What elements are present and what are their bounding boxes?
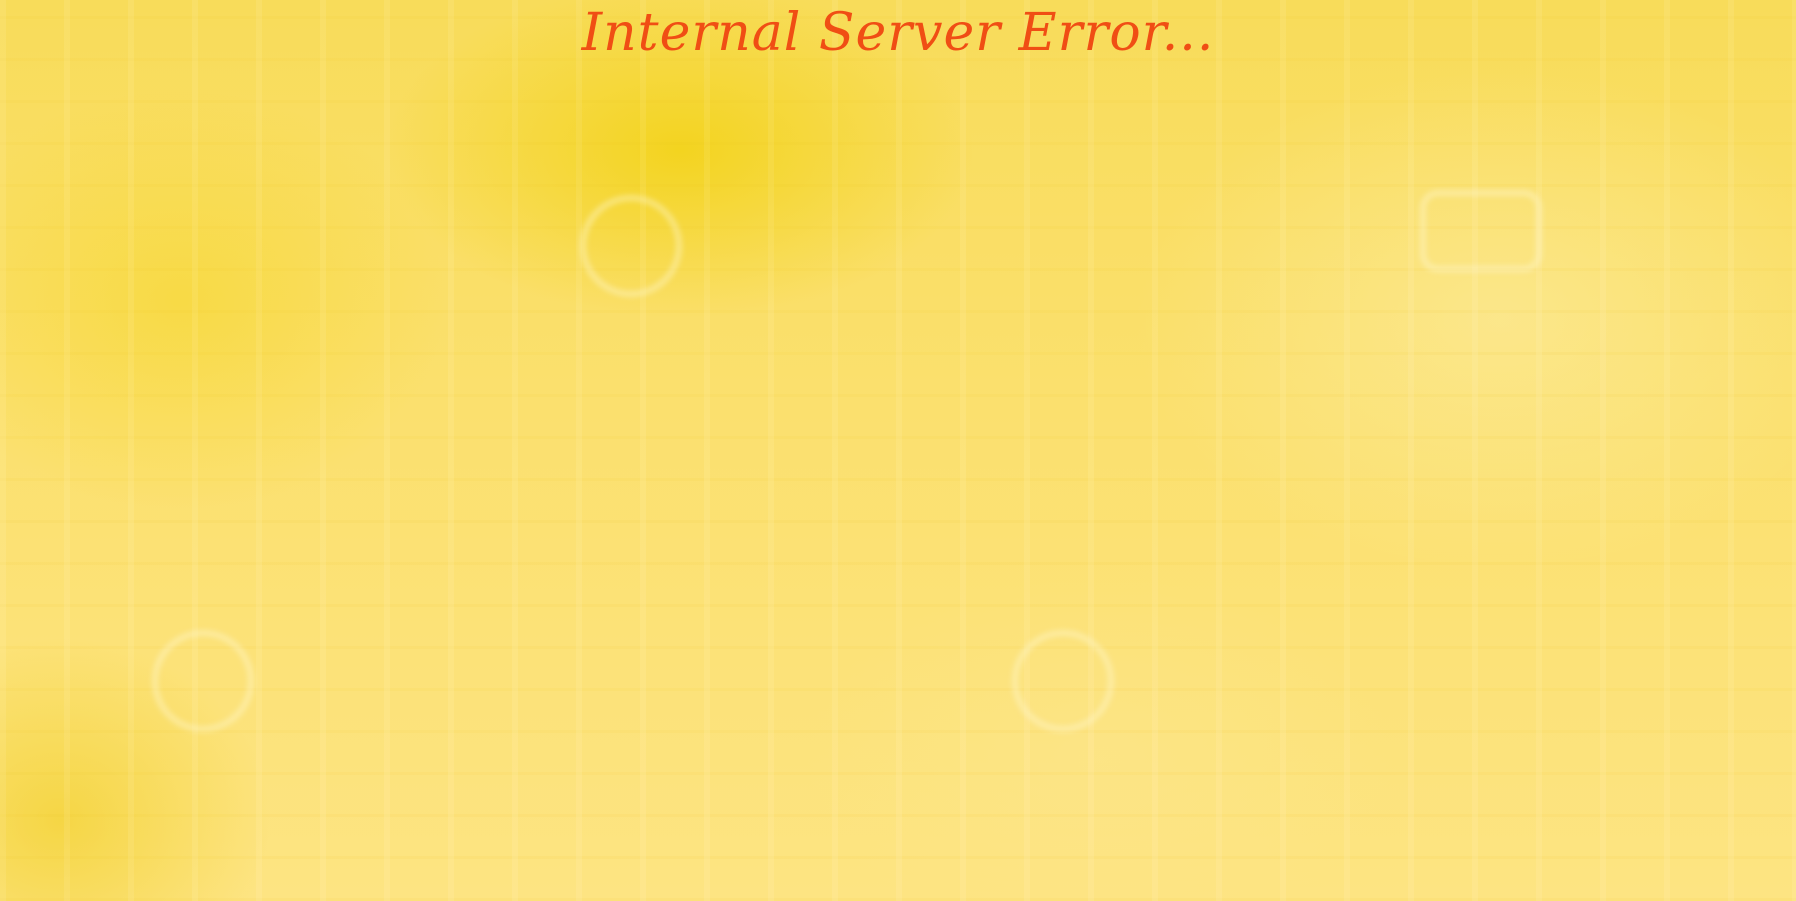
background-texture <box>0 0 1796 901</box>
blurred-background-graphic <box>1012 630 1114 732</box>
blurred-background-graphic <box>152 630 254 732</box>
blurred-background-graphic <box>580 195 682 297</box>
error-title: Internal Server Error... <box>581 3 1215 63</box>
blurred-background-graphic <box>1420 190 1542 272</box>
